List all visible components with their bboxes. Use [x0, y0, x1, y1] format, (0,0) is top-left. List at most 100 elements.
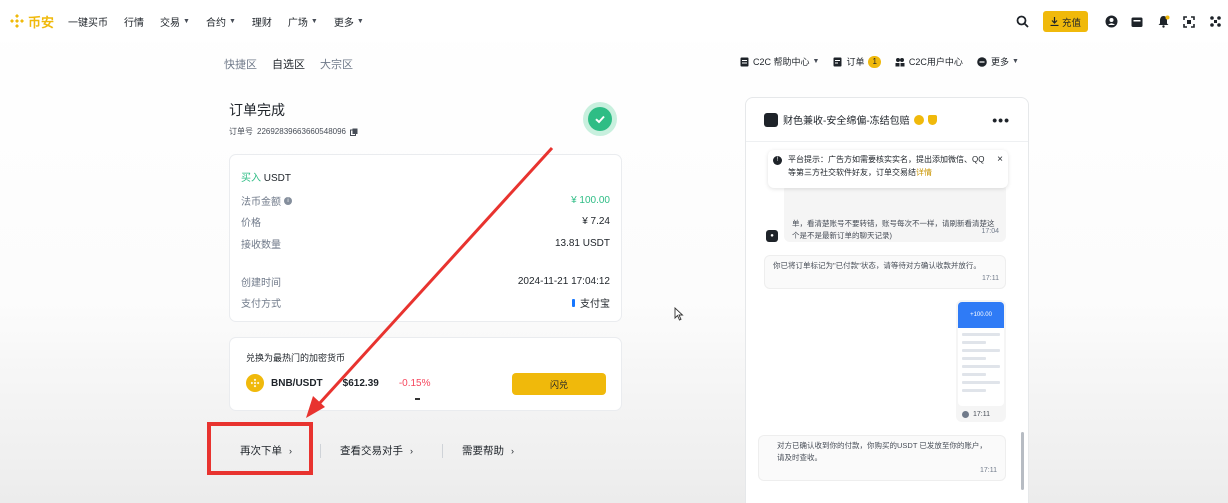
binance-logo-icon [10, 14, 24, 28]
order-number-value: 22692839663660548096 [257, 127, 346, 136]
nav-more[interactable]: 更多 ▼ [334, 14, 364, 29]
nav-label: 行情 [124, 17, 145, 29]
orders-count-badge: 1 [868, 55, 881, 68]
fiat-amount-row: 法币金额 i ¥ 100.00 [241, 193, 610, 208]
screenshot-line [962, 389, 986, 392]
merchant-avatar [764, 112, 778, 127]
nav-label: 交易 [160, 17, 181, 29]
wallet-icon[interactable] [1130, 15, 1144, 29]
carousel-indicator[interactable] [415, 398, 420, 400]
price-row: 价格 ¥ 7.24 [241, 214, 610, 229]
merchant-name[interactable]: 财色兼收-安全绵偏-冻结包赔 [783, 112, 910, 127]
screenshot-line [962, 381, 1000, 384]
deposit-label: 充值 [1061, 17, 1081, 29]
nav-label: 合约 [205, 17, 226, 29]
need-help-label: 需要帮助 [462, 445, 504, 457]
reorder-label: 再次下单 [240, 445, 282, 457]
nav-label: 理财 [251, 17, 272, 29]
need-help-button[interactable]: 需要帮助 › [462, 443, 514, 458]
order-number: 订单号 22692839663660548096 [229, 126, 624, 137]
more-link[interactable]: 更多 ▼ [977, 55, 1019, 68]
nav-label: 一键买币 [68, 17, 109, 29]
receive-qty-row: 接收数量 13.81 USDT [241, 236, 610, 251]
tab-p2p[interactable]: 自选区 [272, 56, 305, 72]
screenshot-line [962, 341, 986, 344]
deposit-button[interactable]: 充值 [1042, 11, 1088, 32]
chat-header: 财色兼收-安全绵偏-冻结包赔 ••• [746, 98, 1028, 142]
search-icon[interactable] [1016, 15, 1030, 29]
payment-screenshot-message[interactable]: +100.00 17:11 [956, 300, 1006, 422]
trade-side: 买入 USDT [241, 169, 291, 184]
message-time: 17:11 [982, 275, 999, 282]
nav-buy-crypto[interactable]: 一键买币 [68, 14, 108, 29]
more-icon [977, 56, 987, 67]
receive-qty-value: 13.81 USDT [554, 238, 610, 249]
order-detail-card: 买入 USDT 法币金额 i ¥ 100.00 价格 ¥ 7.24 接收数量 13… [229, 154, 622, 322]
created-time-row: 创建时间 2024-11-21 17:04:12 [241, 274, 610, 289]
convert-pair-row: BNB/USDT $612.39 -0.15% [246, 374, 431, 392]
download-icon [1050, 17, 1059, 26]
tab-express[interactable]: 快捷区 [224, 56, 257, 72]
top-header: 币安 一键买币 行情 交易 ▼ 合约 ▼ 理财 广场 ▼ 更多 ▼ 充值 [0, 0, 1228, 42]
info-icon: ! [773, 156, 782, 165]
message-time: 17:04 [981, 228, 999, 235]
help-center-link[interactable]: C2C 帮助中心 ▼ [740, 55, 819, 68]
notice-detail-link[interactable]: 详情 [916, 168, 932, 177]
more-label: 更多 [990, 57, 1009, 67]
subnav-links: C2C 帮助中心 ▼ 订单 1 C2C用户中心 更多 ▼ [740, 55, 1033, 68]
screenshot-line [962, 349, 1000, 352]
close-icon[interactable]: × [997, 153, 1003, 166]
globe-icon[interactable] [1208, 15, 1222, 29]
payment-method-text: 支付宝 [580, 299, 610, 310]
qr-icon[interactable] [1182, 15, 1196, 29]
convert-price: $612.39 [342, 377, 379, 389]
tab-block[interactable]: 大宗区 [320, 56, 353, 72]
fiat-amount-value: ¥ 100.00 [571, 195, 610, 206]
nav-markets[interactable]: 行情 [124, 14, 144, 29]
convert-change: -0.15% [398, 377, 431, 389]
header-actions: 充值 [1016, 11, 1222, 32]
users-icon [895, 57, 905, 66]
view-counterparty-button[interactable]: 查看交易对手 › [340, 443, 413, 458]
more-options-icon[interactable]: ••• [992, 112, 1010, 128]
chat-scrollbar[interactable] [1021, 432, 1024, 490]
payment-method-row: 支付方式 支付宝 [241, 295, 610, 310]
bnb-coin-icon [246, 374, 264, 392]
chevron-down-icon: ▼ [228, 17, 236, 25]
message-time: 17:11 [980, 467, 997, 474]
convert-pair: BNB/USDT [271, 377, 323, 389]
chevron-down-icon: ▼ [183, 17, 190, 25]
convert-card: 兑换为最热门的加密货币 BNB/USDT $612.39 -0.15% 闪兑 [229, 337, 622, 411]
screenshot-line [962, 333, 1000, 336]
doc-icon [740, 57, 749, 66]
shield-badge-icon [927, 114, 937, 125]
brand-logo[interactable]: 币安 [9, 12, 54, 31]
fiat-amount-label: 法币金额 [241, 197, 281, 208]
price-label: 价格 [241, 218, 261, 229]
chevron-right-icon: › [410, 445, 413, 456]
chevron-right-icon: › [511, 445, 514, 456]
flash-convert-button[interactable]: 闪兑 [512, 373, 606, 395]
reorder-button[interactable]: 再次下单 › [240, 443, 292, 458]
nav-earn[interactable]: 理财 [252, 14, 272, 29]
nav-trade[interactable]: 交易 ▼ [160, 14, 190, 29]
system-message: 对方已确认收到你的付款，你购买的USDT 已发放至你的账户，请及时查收。 17:… [758, 435, 1006, 481]
payment-method-label: 支付方式 [241, 299, 281, 310]
c2c-user-center-link[interactable]: C2C用户中心 [895, 55, 963, 68]
chevron-down-icon: ▼ [1011, 58, 1019, 65]
created-time-value: 2024-11-21 17:04:12 [517, 276, 610, 287]
screenshot-line [962, 357, 986, 360]
nav-square[interactable]: 广场 ▼ [288, 14, 318, 29]
chevron-down-icon: ▼ [310, 17, 318, 25]
orders-link[interactable]: 订单 1 [833, 55, 881, 68]
bell-icon[interactable] [1156, 15, 1170, 29]
copy-icon[interactable] [349, 128, 358, 136]
info-icon[interactable]: i [284, 196, 292, 205]
brand-name: 币安 [28, 14, 55, 30]
nav-futures[interactable]: 合约 ▼ [206, 14, 236, 29]
screenshot-line [962, 365, 1000, 368]
order-status-title: 订单完成 [229, 102, 285, 118]
user-icon[interactable] [1104, 15, 1118, 29]
message-text: 对方已确认收到你的付款，你购买的USDT 已发放至你的账户，请及时查收。 [777, 441, 987, 462]
trade-asset: USDT [263, 173, 292, 184]
